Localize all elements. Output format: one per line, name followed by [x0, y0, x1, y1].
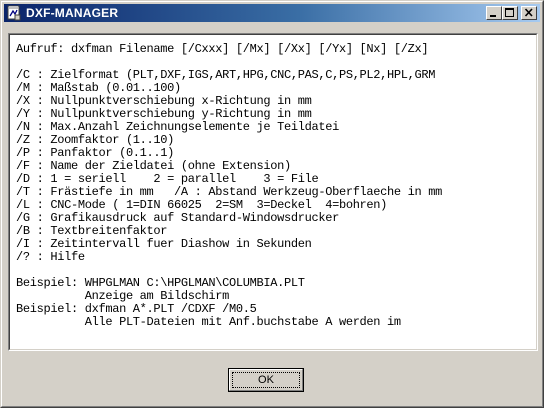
help-line: /L : CNC-Mode ( 1=DIN 66025 2=SM 3=Decke… [16, 198, 388, 212]
help-line: /N : Max.Anzahl Zeichnungselemente je Te… [16, 120, 339, 134]
close-button[interactable] [521, 6, 537, 20]
help-text-box[interactable]: Aufruf: dxfman Filename [/Cxxx] [/Mx] [/… [8, 33, 538, 351]
help-line: /Z : Zoomfaktor (1..10) [16, 133, 175, 147]
help-line: /C : Zielformat (PLT,DXF,IGS,ART,HPG,CNC… [16, 68, 436, 82]
minimize-icon [490, 15, 496, 17]
close-icon [524, 8, 533, 17]
help-line: /B : Textbreitenfaktor [16, 224, 168, 238]
help-line: /X : Nullpunktverschiebung x-Richtung in… [16, 94, 312, 108]
help-text: Aufruf: dxfman Filename [/Cxxx] [/Mx] [/… [16, 43, 442, 329]
help-line: Alle PLT-Dateien mit Anf.buchstabe A wer… [16, 315, 401, 329]
help-line: Beispiel: WHPGLMAN C:\HPGLMAN\COLUMBIA.P… [16, 276, 305, 290]
help-line: Anzeige am Bildschirm [16, 289, 230, 303]
help-line: /Y : Nullpunktverschiebung y-Richtung in… [16, 107, 312, 121]
help-line: /P : Panfaktor (0.1..1) [16, 146, 175, 160]
help-line: /G : Grafikausdruck auf Standard-Windows… [16, 211, 339, 225]
help-line: Beispiel: dxfman A*.PLT /CDXF /M0.5 [16, 302, 257, 316]
title-bar[interactable]: DXF-MANAGER [4, 4, 540, 22]
ok-button[interactable]: OK [228, 368, 304, 392]
dxf-manager-window: DXF-MANAGER Aufruf: dxfman Filename [/Cx… [0, 0, 544, 408]
minimize-button[interactable] [486, 6, 502, 20]
help-line: /D : 1 = seriell 2 = parallel 3 = File [16, 172, 319, 186]
help-line: /? : Hilfe [16, 250, 85, 264]
window-title: DXF-MANAGER [26, 6, 119, 20]
help-text-box-inset: Aufruf: dxfman Filename [/Cxxx] [/Mx] [/… [9, 34, 537, 350]
ok-button-label: OK [258, 374, 274, 386]
help-line: /I : Zeitintervall fuer Diashow in Sekun… [16, 237, 312, 251]
help-line: Aufruf: dxfman Filename [/Cxxx] [/Mx] [/… [16, 42, 429, 56]
maximize-icon [505, 8, 514, 17]
help-line: /M : Maßstab (0.01..100) [16, 81, 181, 95]
help-line: /T : Frästiefe in mm /A : Abstand Werkze… [16, 185, 443, 199]
maximize-button[interactable] [502, 6, 518, 20]
app-icon[interactable] [6, 5, 22, 21]
help-line: /F : Name der Zieldatei (ohne Extension) [16, 159, 291, 173]
